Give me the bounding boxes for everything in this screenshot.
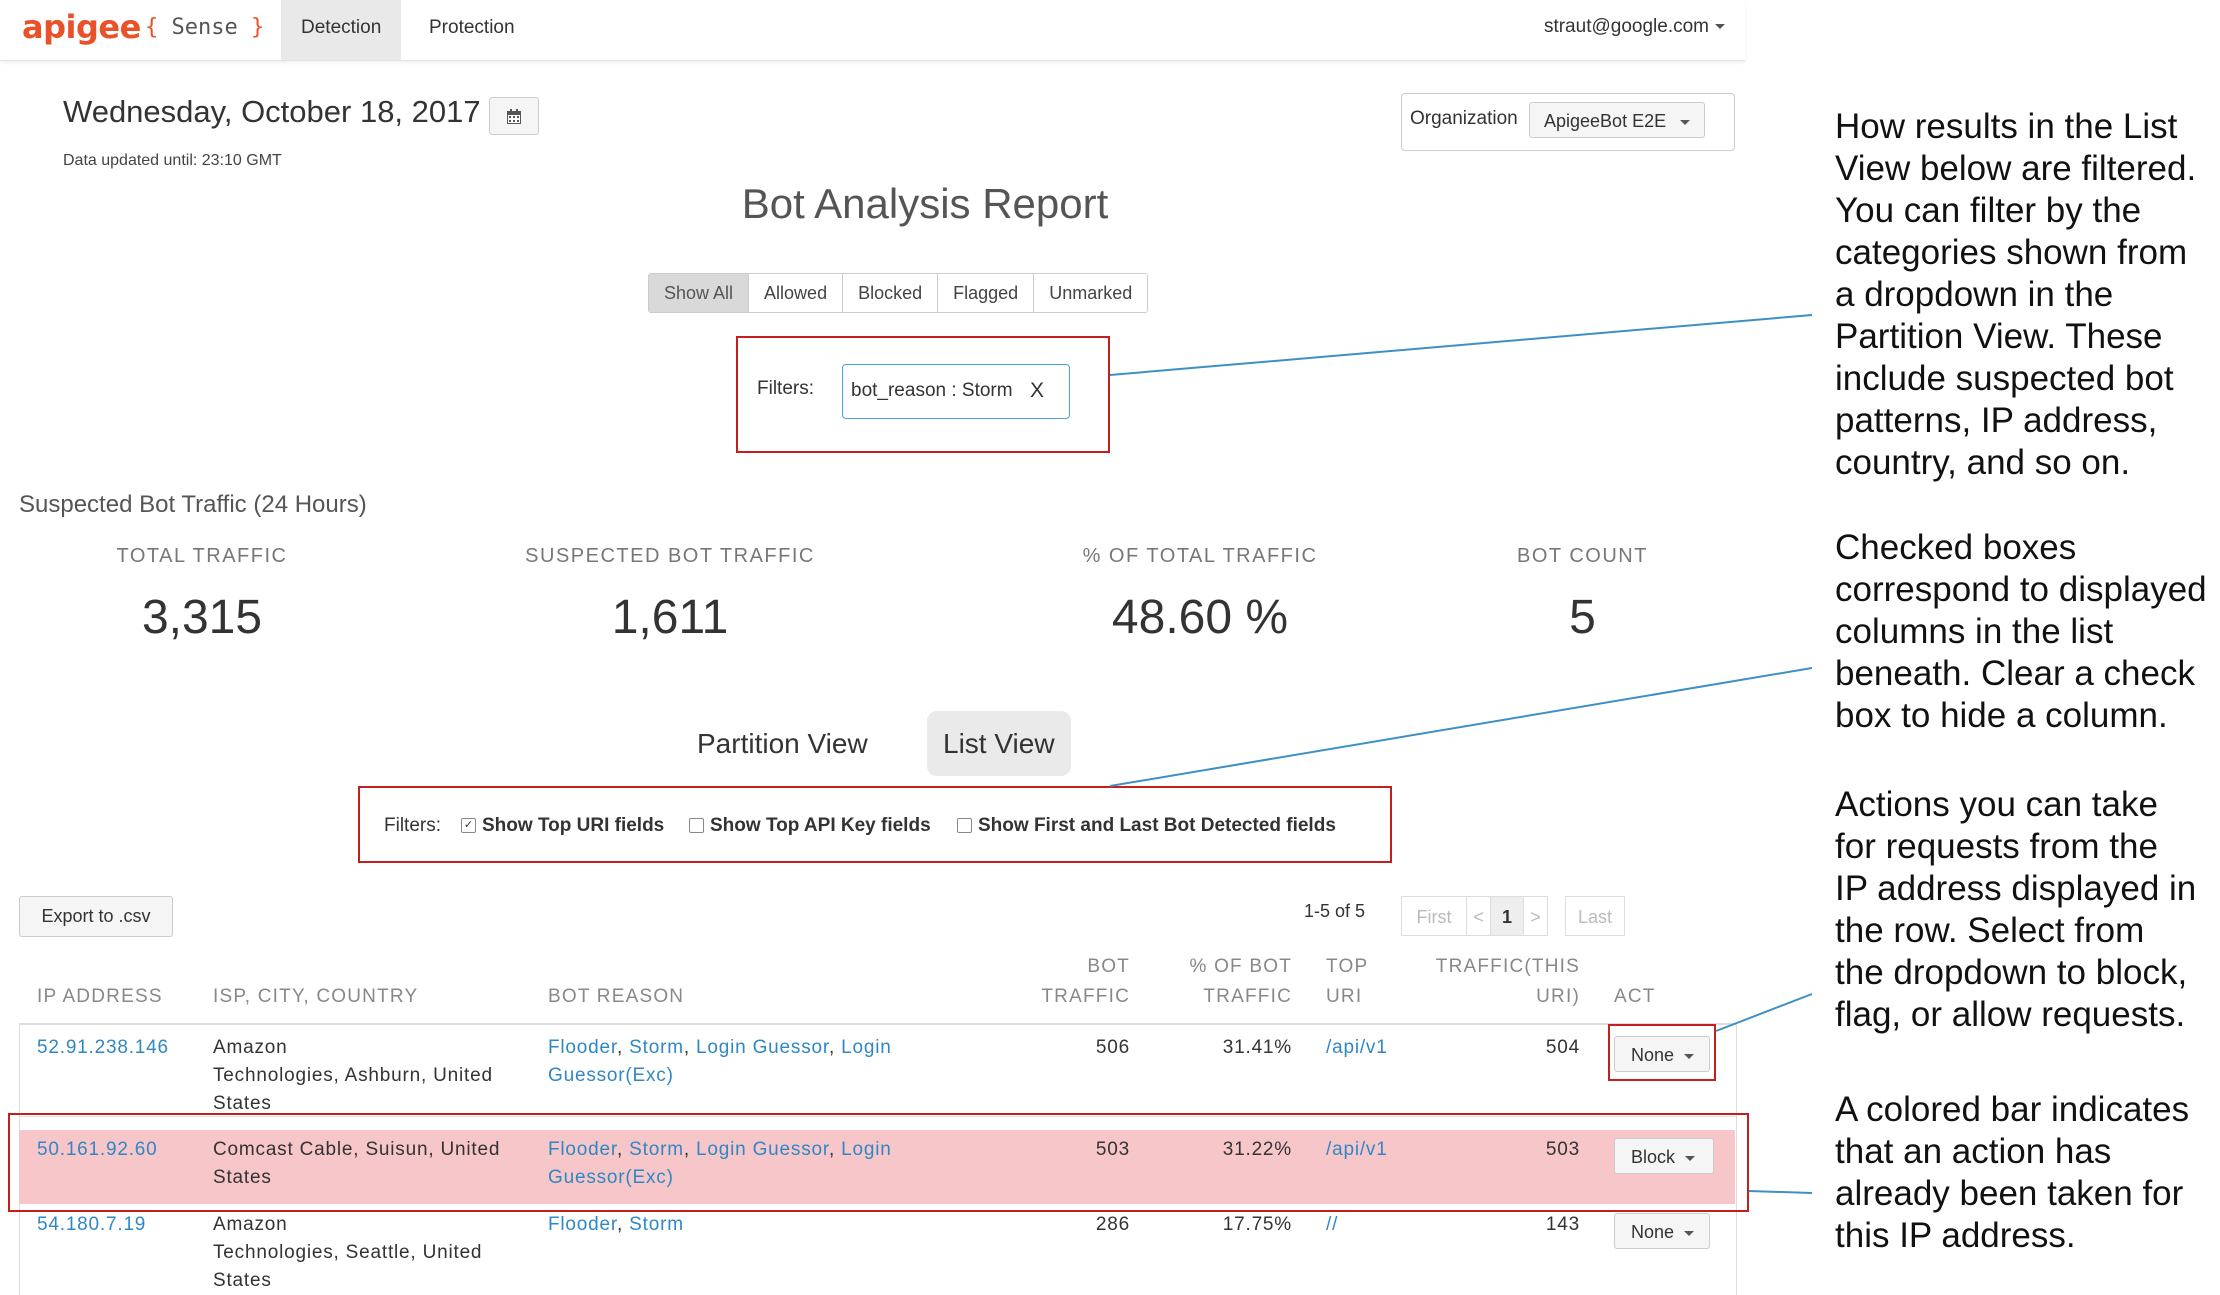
callout-line-filters [1109,314,1813,376]
annotation-actions: Actions you can take for requests from th… [1835,785,2197,1034]
callout-line-actioned-row [1748,1190,1813,1194]
callout-line-column-filters [1109,667,1813,787]
annotation-checkboxes: Checked boxes correspond to displayed colu… [1835,528,2207,735]
annotation-filters: How results in the List View below are fi… [1835,107,2197,482]
callout-line-action [1715,993,1813,1032]
annotation-colored-bar: A colored bar indicates that an action ha… [1835,1090,2190,1255]
